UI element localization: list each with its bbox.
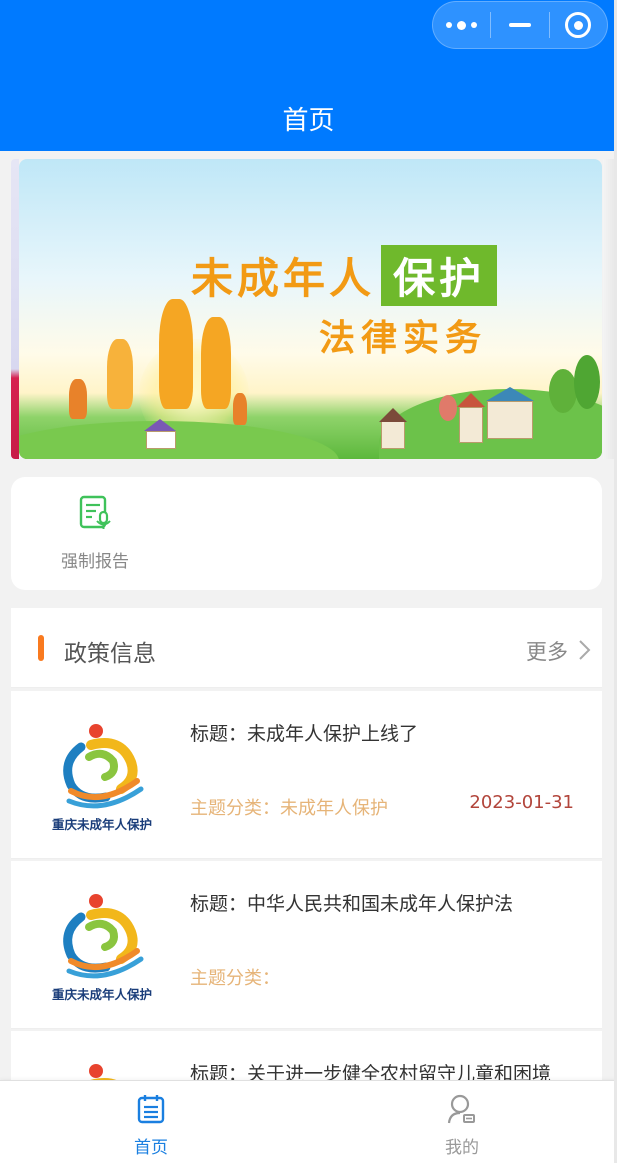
house-roof [144,419,176,431]
green-hill [19,421,339,459]
mini-program-capsule [432,1,608,49]
home-list-icon [137,1095,165,1124]
child-figure [69,379,87,419]
banner-previous-slide[interactable] [11,159,19,459]
policy-card[interactable]: 重庆未成年人保护 标题：中华人民共和国未成年人保护法 主题分类： [11,861,602,1029]
svg-text:重庆未成年人保护: 重庆未成年人保护 [52,987,152,1002]
chongqing-minor-protection-logo: 重庆未成年人保护 [52,894,152,1002]
child-figure [159,299,193,409]
house [487,401,533,439]
house [146,431,176,449]
section-title: 政策信息 [64,641,156,667]
policy-section-header: 政策信息 更多 [11,608,602,688]
tab-home[interactable]: 首页 [91,1093,211,1158]
tree [549,369,577,413]
page-title: 首页 [282,106,335,136]
house-roof [457,393,485,407]
tab-label: 首页 [134,1138,168,1158]
tree [574,355,600,409]
card-title: 标题：未成年人保护上线了 [190,723,419,745]
tab-mine[interactable]: 我的 [402,1093,522,1158]
minimize-icon[interactable] [491,2,548,48]
house-roof [379,408,407,422]
quick-item-label: 强制报告 [61,552,129,572]
house-roof [486,387,534,401]
top-header: 首页 [0,0,617,151]
user-icon [447,1094,475,1124]
card-category: 主题分类： [190,968,280,989]
banner-title-highlight: 保护 [381,245,498,306]
house [459,407,483,443]
house [381,421,405,449]
child-figure [201,317,231,409]
quick-item-mandatory-report[interactable]: 强制报告 [47,495,143,572]
bottom-tab-bar: 首页 我的 [0,1080,617,1163]
chevron-right-icon[interactable] [574,638,594,662]
child-figure [233,393,247,425]
tree [439,395,457,421]
banner-subtitle: 法律实务 [319,318,488,359]
svg-text:重庆未成年人保护: 重庆未成年人保护 [52,817,152,832]
card-category: 主题分类：未成年人保护 [190,798,388,819]
quick-menu-panel: 强制报告 [11,477,602,590]
banner-title: 未成年人 保护 [191,245,498,306]
banner-slide[interactable]: 未成年人 保护 法律实务 [19,159,602,459]
chongqing-minor-protection-logo: 重庆未成年人保护 [52,724,152,832]
tab-label: 我的 [445,1138,479,1158]
more-link[interactable]: 更多 [526,636,568,666]
card-title: 标题：中华人民共和国未成年人保护法 [190,893,514,915]
target-icon[interactable] [550,2,607,48]
policy-card[interactable]: 重庆未成年人保护 标题：未成年人保护上线了 主题分类：未成年人保护 2023-0… [11,691,602,859]
card-date: 2023-01-31 [469,792,574,813]
child-figure [107,339,133,409]
section-accent-bar [38,635,44,661]
report-mic-icon [79,495,111,529]
more-dots-icon[interactable] [433,2,490,48]
